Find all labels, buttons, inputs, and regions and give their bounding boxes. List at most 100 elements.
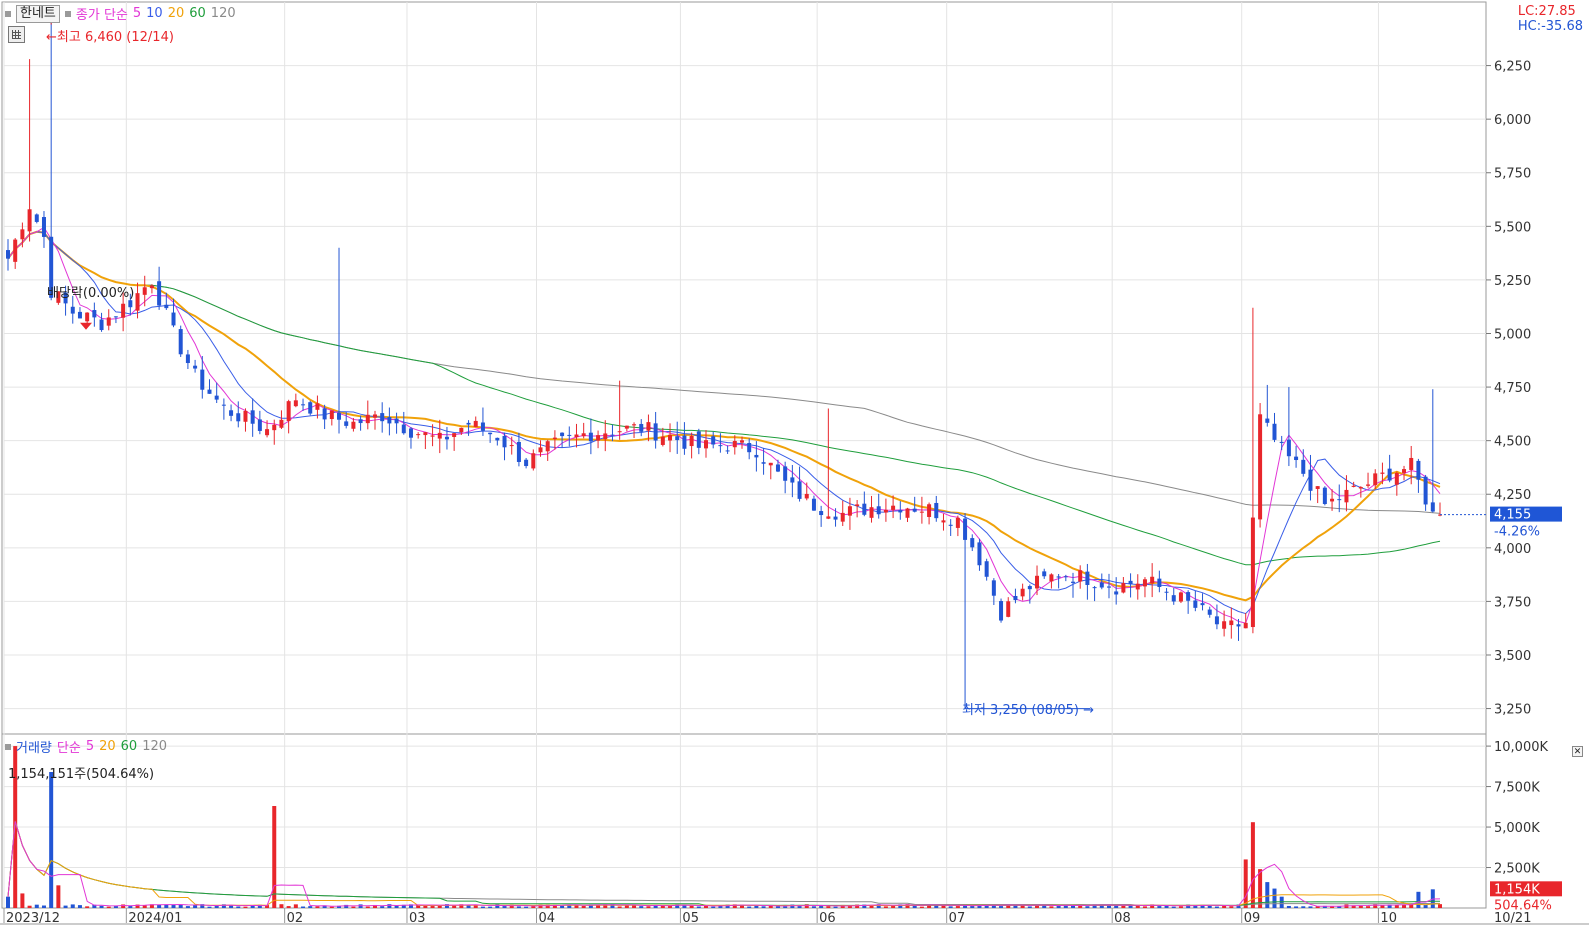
candle-body [157, 281, 162, 306]
volume-y-tick-label: 7,500K [1494, 781, 1540, 796]
volume-bar [365, 906, 370, 908]
candle-body [1322, 487, 1327, 505]
candle-body [1351, 485, 1356, 487]
candle-body [1409, 457, 1414, 470]
candle-body [77, 311, 82, 319]
candle-body [732, 440, 737, 448]
current-change-value: -4.26% [1494, 525, 1540, 540]
close-icon[interactable]: ✕ [1572, 746, 1583, 757]
candle-body [1394, 472, 1399, 485]
candle-body [1430, 502, 1435, 512]
candle-body [308, 402, 313, 414]
y-tick-label: 5,250 [1494, 274, 1531, 289]
volume-bar [380, 906, 385, 908]
candle-body [1171, 595, 1176, 602]
candle-body [200, 369, 205, 390]
volume-bar [1171, 906, 1176, 908]
candle-body [804, 493, 809, 499]
grid-toggle-icon[interactable] [8, 26, 25, 43]
volume-bar [293, 904, 298, 908]
candle-body [293, 400, 298, 407]
candle-body [1078, 570, 1083, 582]
candle-body [1128, 580, 1133, 585]
candle-body [387, 417, 392, 424]
ma5-period[interactable]: 5 [133, 6, 141, 21]
stock-chart[interactable]: 2023/12 2024/01 02 03 04 05 06 07 08 09 10 10/216,2… [0, 0, 1589, 948]
ma-label[interactable]: 종가 단순 [76, 4, 128, 23]
candle-body [711, 436, 716, 445]
candle-body [164, 304, 169, 309]
volume-bar [6, 896, 10, 908]
volume-bar [1071, 905, 1076, 908]
candle-body [516, 441, 521, 462]
candle-body [135, 293, 140, 311]
hc-value: HC:-35.68 [1517, 19, 1583, 34]
candle-body [1279, 441, 1284, 443]
legend-bullet-icon [5, 10, 11, 17]
candle-body [941, 520, 946, 523]
ma10-period[interactable]: 10 [146, 6, 163, 21]
vol-ma60-period[interactable]: 60 [121, 739, 138, 754]
candle-body [567, 434, 572, 436]
volume-bar [1279, 896, 1284, 908]
ma120-period[interactable]: 120 [211, 6, 236, 21]
volume-bar [1214, 906, 1219, 908]
candle-body [603, 433, 608, 440]
candle-body [675, 436, 680, 441]
volume-bar [1301, 906, 1306, 908]
candle-body [301, 404, 306, 406]
candle-body [1035, 575, 1040, 589]
volume-legend: 거래량 단순 5 20 60 120 [5, 737, 167, 756]
candle-body [927, 504, 932, 517]
candle-body [509, 445, 514, 447]
candle-body [1042, 571, 1047, 577]
volume-bar [49, 772, 54, 908]
stock-name-button[interactable]: 한네트 [16, 4, 60, 23]
volume-bar [351, 906, 356, 908]
lc-hc-info: LC:27.85 HC:-35.68 [1518, 4, 1583, 34]
candle-body [1402, 469, 1407, 473]
y-tick-label: 6,000 [1494, 113, 1531, 128]
candle-body [977, 542, 982, 566]
current-price-value: 4,155 [1494, 508, 1531, 523]
candle-body [495, 437, 500, 441]
vol-ma20-period[interactable]: 20 [99, 739, 116, 754]
volume-bar [63, 905, 68, 908]
candle-body [934, 502, 939, 519]
candle-body [991, 580, 996, 596]
volume-bar [329, 906, 334, 908]
candle-body [1380, 472, 1385, 474]
candle-body [221, 404, 226, 406]
candle-body [229, 410, 234, 416]
legend-bullet-icon [64, 10, 71, 17]
candle-body [1358, 487, 1363, 489]
vol-ma120-period[interactable]: 120 [142, 739, 167, 754]
candle-body [1200, 603, 1205, 606]
y-tick-label: 5,000 [1494, 327, 1531, 342]
candle-body [1049, 574, 1054, 582]
y-tick-label: 4,500 [1494, 435, 1531, 450]
candle-body [1006, 601, 1011, 617]
volume-bar [77, 905, 82, 908]
candle-body [1337, 499, 1342, 501]
candle-body [1344, 489, 1349, 503]
volume-title[interactable]: 거래량 [16, 737, 52, 756]
candle-body [538, 447, 543, 453]
candle-body [1106, 586, 1111, 588]
volume-ma-label[interactable]: 단순 [57, 737, 81, 756]
candle-body [279, 419, 284, 428]
candle-body [610, 434, 615, 436]
volume-info: 1,154,151주(504.64%) [8, 767, 155, 782]
candle-body [452, 433, 457, 437]
y-tick-label: 3,750 [1494, 595, 1531, 610]
candle-body [1013, 595, 1018, 601]
volume-bar [243, 906, 248, 908]
ma20-period[interactable]: 20 [168, 6, 185, 21]
candle-body [739, 440, 744, 443]
vol-ma5-period[interactable]: 5 [86, 739, 94, 754]
ma60-period[interactable]: 60 [189, 6, 206, 21]
candle-body [380, 413, 385, 422]
candle-body [243, 410, 248, 422]
candle-body [351, 421, 356, 429]
volume-bar [747, 906, 752, 908]
